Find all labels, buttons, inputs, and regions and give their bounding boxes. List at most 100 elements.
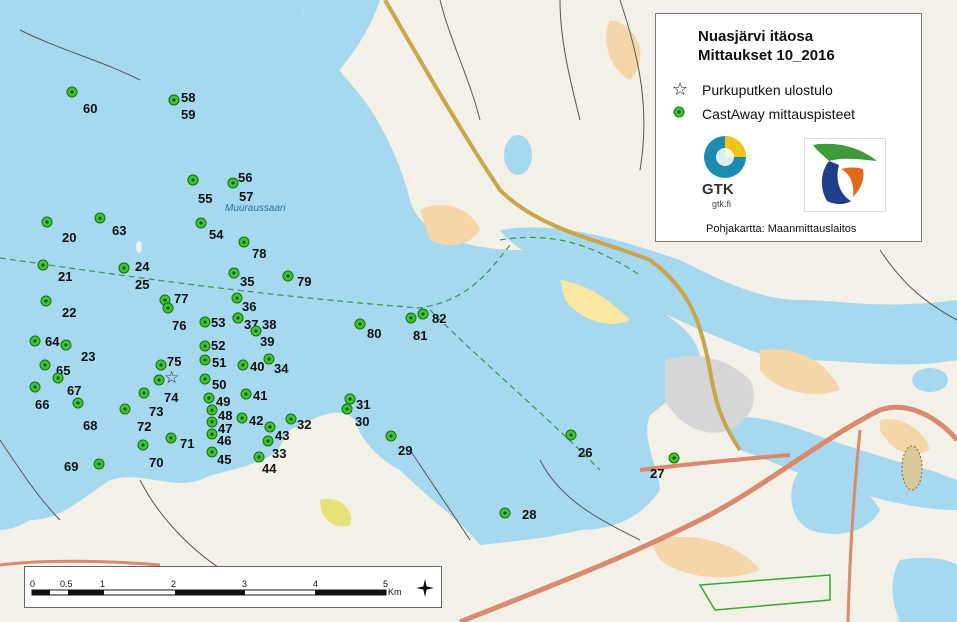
point-label: 36 xyxy=(242,299,256,314)
point-marker-center xyxy=(43,363,47,367)
point-marker-center xyxy=(421,312,425,316)
map-legend: Nuasjärvi itäosa Mittaukset 10_2016 ☆ Pur… xyxy=(655,13,922,242)
point-label: 60 xyxy=(83,101,97,116)
legend-title-line2: Mittaukset 10_2016 xyxy=(698,47,835,64)
point-label: 44 xyxy=(262,461,277,476)
point-marker-center xyxy=(244,392,248,396)
outlet-star-icon: ☆ xyxy=(164,368,179,388)
point-marker-center xyxy=(203,320,207,324)
point-marker-center xyxy=(210,450,214,454)
point-label: 78 xyxy=(252,246,266,261)
point-marker-center xyxy=(503,511,507,515)
point-label: 69 xyxy=(64,459,78,474)
point-marker-center xyxy=(207,396,211,400)
scale-tick-3: 3 xyxy=(242,579,248,589)
legend-castaway-label: CastAway mittauspisteet xyxy=(702,106,856,122)
gtk-logo-sub: gtk.fi xyxy=(712,199,732,209)
point-marker-center xyxy=(254,329,258,333)
point-marker-center xyxy=(210,408,214,412)
point-label: 54 xyxy=(209,227,224,242)
point-label: 71 xyxy=(180,436,194,451)
point-label: 42 xyxy=(249,413,263,428)
point-label: 40 xyxy=(250,359,264,374)
point-marker-center xyxy=(236,316,240,320)
legend-title-line1: Nuasjärvi itäosa xyxy=(698,28,814,45)
point-label: 67 xyxy=(67,383,81,398)
point-marker-center xyxy=(286,274,290,278)
point-marker-center xyxy=(210,432,214,436)
point-marker-center xyxy=(191,178,195,182)
point-marker-center xyxy=(232,271,236,275)
scale-bar: 0 0.5 1 2 3 4 5 Km xyxy=(24,566,442,608)
point-marker-center xyxy=(199,221,203,225)
point-marker-center xyxy=(240,416,244,420)
point-label: 39 xyxy=(260,334,274,349)
point-label: 29 xyxy=(398,443,412,458)
point-marker-center xyxy=(64,343,68,347)
scale-tick-0: 0 xyxy=(30,579,36,589)
point-label: 45 xyxy=(217,452,231,467)
point-marker-center xyxy=(389,434,393,438)
point-label: 64 xyxy=(45,334,60,349)
point-label: 82 xyxy=(432,311,446,326)
point-marker-center xyxy=(76,401,80,405)
legend-row-castaway: CastAway mittauspisteet xyxy=(672,105,855,122)
point-label: 20 xyxy=(62,230,76,245)
point-label: 23 xyxy=(81,349,95,364)
point-label: 63 xyxy=(112,223,126,238)
gtk-logo: GTK gtk.fi xyxy=(700,135,750,217)
point-marker-center xyxy=(122,266,126,270)
point-label: 28 xyxy=(522,507,536,522)
point-label: 70 xyxy=(149,455,163,470)
point-marker-center xyxy=(56,376,60,380)
point-label: 35 xyxy=(240,274,254,289)
point-marker-center xyxy=(141,443,145,447)
scale-unit: Km xyxy=(388,587,402,597)
point-label: 56 xyxy=(238,170,252,185)
point-label: 66 xyxy=(35,397,49,412)
point-marker-center xyxy=(33,385,37,389)
point-marker-center xyxy=(163,298,167,302)
scale-tick-2: 2 xyxy=(171,579,177,589)
point-label: 30 xyxy=(355,414,369,429)
point-marker-center xyxy=(266,439,270,443)
point-label: 25 xyxy=(135,277,149,292)
point-marker-center xyxy=(242,240,246,244)
point-label: 81 xyxy=(413,328,427,343)
point-label: 79 xyxy=(297,274,311,289)
point-marker-center xyxy=(569,433,573,437)
point-label: 77 xyxy=(174,291,188,306)
star-icon: ☆ xyxy=(672,79,689,100)
north-arrow-icon xyxy=(416,579,434,597)
point-label: 72 xyxy=(137,419,151,434)
point-label: 73 xyxy=(149,404,163,419)
point-icon xyxy=(672,105,702,122)
point-label: 21 xyxy=(58,269,72,284)
point-marker-center xyxy=(33,339,37,343)
point-label: 53 xyxy=(211,315,225,330)
point-label: 38 xyxy=(262,317,276,332)
scale-tick-0-5: 0.5 xyxy=(60,579,73,589)
point-label: 41 xyxy=(253,388,267,403)
point-marker-center xyxy=(203,358,207,362)
point-label: 55 xyxy=(198,191,212,206)
point-marker-center xyxy=(169,436,173,440)
point-marker-center xyxy=(231,181,235,185)
point-marker-center xyxy=(203,377,207,381)
point-label: 31 xyxy=(356,397,370,412)
scale-tick-4: 4 xyxy=(313,579,319,589)
point-marker-center xyxy=(268,425,272,429)
point-marker-center xyxy=(241,363,245,367)
gtk-logo-text: GTK xyxy=(702,181,734,198)
point-label: 49 xyxy=(216,394,230,409)
point-marker-center xyxy=(348,397,352,401)
point-marker-center xyxy=(409,316,413,320)
island-label: Muuraussaari xyxy=(225,203,286,214)
point-marker-center xyxy=(289,417,293,421)
point-label: 57 xyxy=(239,189,253,204)
legend-row-outlet: ☆ Purkuputken ulostulo xyxy=(672,79,833,100)
point-marker-center xyxy=(123,407,127,411)
point-label: 52 xyxy=(211,338,225,353)
point-marker-center xyxy=(203,344,207,348)
point-label: 24 xyxy=(135,259,150,274)
